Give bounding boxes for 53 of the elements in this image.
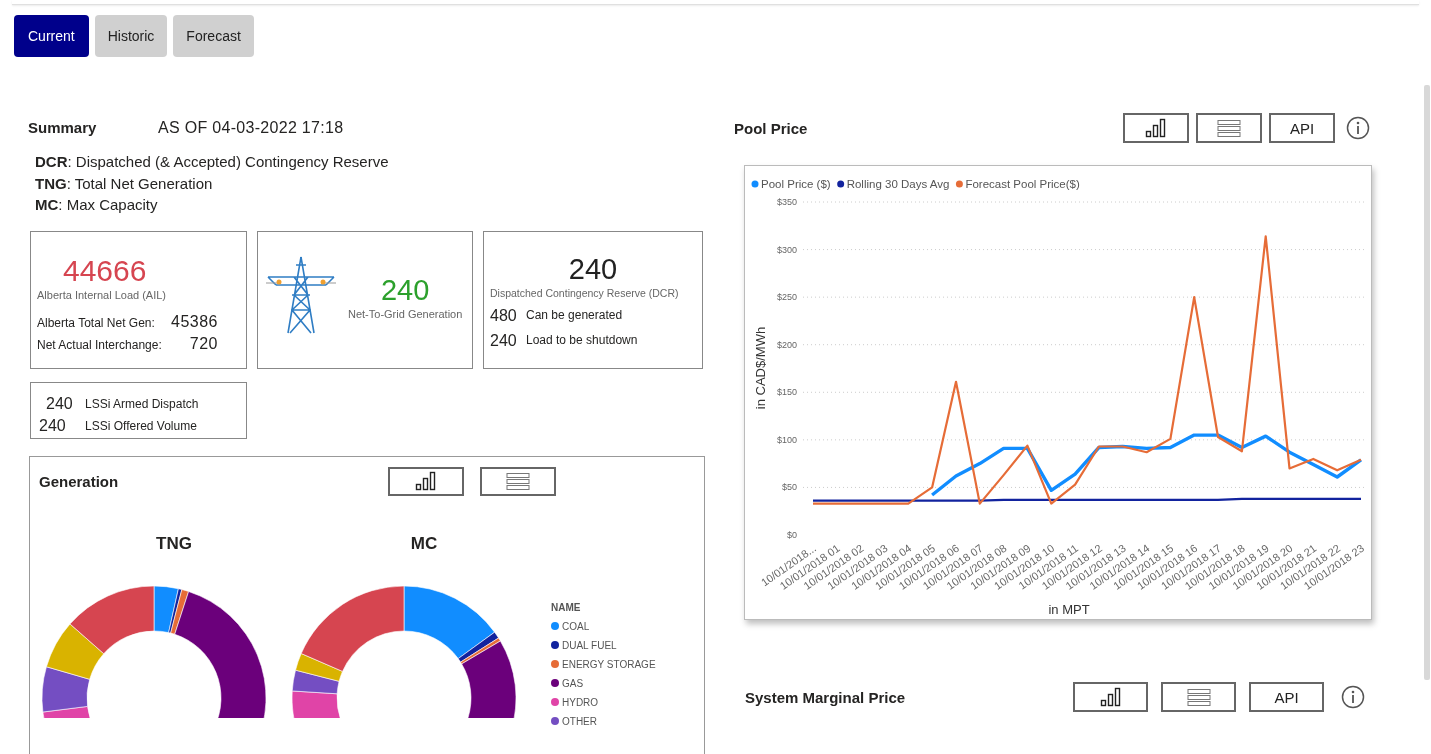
load-value: 44666: [63, 253, 148, 288]
row-value: 720: [188, 334, 219, 353]
row-value: 45386: [170, 312, 219, 331]
axis-tick-label: $100: [776, 434, 797, 445]
axis-tick-label: $300: [776, 244, 797, 255]
legend-label: DUAL FUEL: [562, 639, 617, 651]
api-button[interactable]: API: [1269, 113, 1335, 143]
row-label: Alberta Total Net Gen:: [37, 315, 156, 330]
legend-label: HYDRO: [562, 696, 599, 708]
axis-tick-label: $250: [776, 292, 797, 303]
row-value: 480: [490, 307, 518, 323]
legend-label: GAS: [562, 677, 584, 689]
tab[interactable]: Current: [14, 15, 89, 57]
generation-value: 240: [380, 273, 430, 307]
section-title: System Marginal Price: [745, 688, 906, 706]
section-title: Summary: [28, 119, 98, 136]
row-label: Can be generated: [526, 307, 623, 323]
chart-title: MC: [410, 533, 438, 554]
legend-label: OTHER: [562, 715, 597, 727]
axis-tick-label: $50: [781, 482, 797, 493]
tab[interactable]: Forecast: [173, 15, 254, 57]
row-label: LSSi Armed Dispatch: [85, 395, 199, 413]
row-value: 240: [490, 332, 518, 348]
section-title: Pool Price: [734, 119, 808, 137]
legend-label: COAL: [562, 620, 590, 632]
legend-label: Pool Price ($): [761, 178, 831, 190]
card-label: Dispatched Contingency Reserve (DCR): [490, 286, 680, 299]
axis-title: in MPT: [1048, 602, 1090, 617]
definition-text: TNG: Total Net Generation: [35, 173, 214, 194]
timestamp: AS OF 04-03-2022 17:18: [158, 119, 344, 137]
legend-title: NAME: [551, 601, 582, 613]
row-label: Load to be shutdown: [526, 332, 638, 348]
legend-label: Rolling 30 Days Avg: [846, 178, 950, 190]
chart-title: TNG: [156, 533, 192, 554]
axis-title: in CAD$/MWh: [753, 326, 768, 410]
row-value: 240: [45, 394, 74, 413]
axis-tick-label: $0: [787, 530, 797, 540]
api-button[interactable]: API: [1249, 682, 1324, 712]
legend-label: ENERGY STORAGE: [562, 658, 656, 670]
row-label: Net Actual Interchange:: [37, 337, 163, 352]
reserve-value: 240: [567, 251, 619, 286]
axis-tick-label: $200: [776, 339, 797, 350]
definition-text: DCR: Dispatched (& Accepted) Contingency Reserve: [35, 152, 390, 172]
section-title: Generation: [39, 472, 119, 490]
tab[interactable]: Historic: [94, 15, 168, 57]
axis-tick-label: $150: [776, 387, 797, 398]
card-label: Net-To-Grid Generation: [348, 308, 463, 320]
axis-tick-label: $350: [776, 197, 797, 207]
card-label: Alberta Internal Load (AIL): [37, 288, 168, 301]
definition-text: MC: Max Capacity: [35, 195, 159, 215]
row-label: LSSi Offered Volume: [85, 417, 197, 435]
legend-label: Forecast Pool Price($): [965, 178, 1080, 190]
row-value: 240: [39, 416, 67, 435]
